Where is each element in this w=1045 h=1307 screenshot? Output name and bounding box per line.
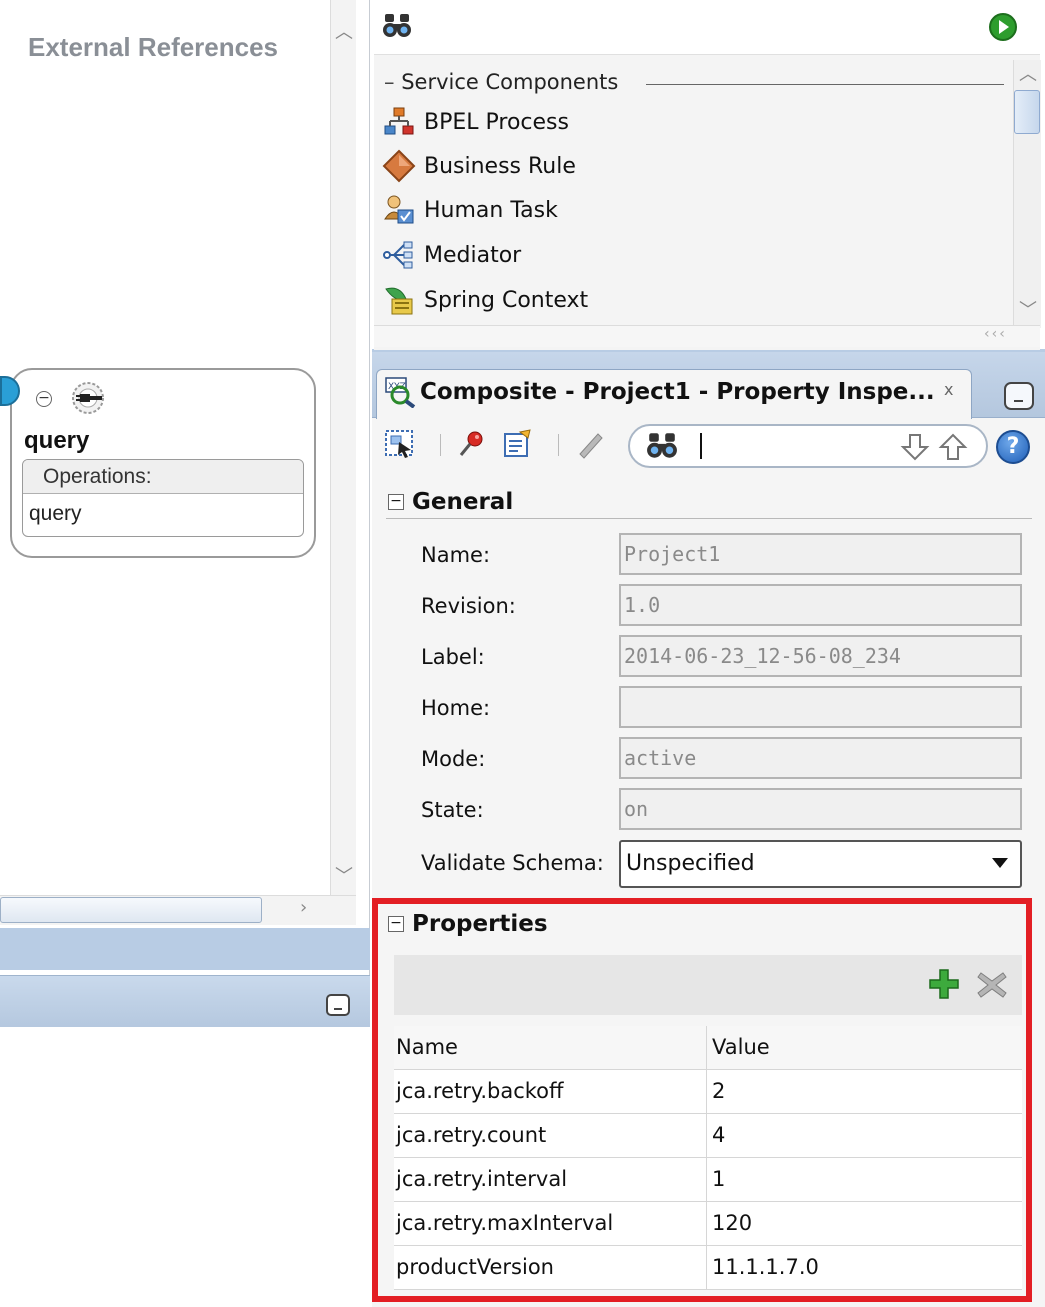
operations-header: Operations: — [23, 460, 303, 494]
section-divider — [386, 518, 1032, 519]
human-task-icon — [384, 195, 414, 224]
inspector-tab-title: Composite - Project1 - Property Inspe... — [420, 379, 935, 405]
palette-vscroll-thumb[interactable] — [1014, 90, 1040, 134]
general-section-header[interactable]: − General — [388, 489, 513, 515]
external-references-title: External References — [28, 32, 279, 62]
toolbar-separator — [558, 434, 559, 456]
validate-schema-label: Validate Schema: — [421, 851, 604, 875]
business-rule-icon — [382, 149, 416, 183]
palette-horizontal-scrollbar[interactable] — [374, 325, 1040, 347]
palette-item-bpel-process[interactable]: BPEL Process — [382, 102, 569, 142]
binoculars-icon[interactable] — [382, 12, 412, 40]
palette-item-human-task[interactable]: Human Task — [382, 190, 558, 230]
property-inspector-icon: XYZ — [385, 377, 416, 408]
scroll-up-icon[interactable]: ︿ — [1015, 60, 1041, 86]
palette-item-label: Spring Context — [424, 287, 589, 313]
palette-section-title: Service Components — [401, 70, 619, 94]
search-next-icon[interactable] — [900, 433, 930, 461]
select-in-editor-icon[interactable] — [384, 428, 416, 460]
palette-item-business-rule[interactable]: Business Rule — [382, 146, 576, 186]
label-label: Label: — [421, 645, 485, 669]
pencil-icon[interactable] — [574, 428, 606, 460]
search-caret — [700, 433, 702, 459]
validate-schema-select[interactable]: Unspecified — [619, 840, 1022, 888]
palette-section-header[interactable]: – Service Components — [384, 70, 1004, 100]
properties-highlight-box — [372, 898, 1032, 1302]
scroll-up-icon[interactable]: ︿ — [331, 18, 357, 44]
revision-label: Revision: — [421, 594, 516, 618]
home-field — [619, 686, 1022, 728]
palette-item-label: Human Task — [424, 197, 558, 223]
general-section-title: General — [412, 489, 514, 515]
scroll-down-icon[interactable]: ﹀ — [331, 862, 357, 888]
dropdown-arrow-icon[interactable] — [992, 858, 1008, 868]
revision-field: 1.0 — [619, 584, 1022, 626]
reference-name: query — [24, 427, 90, 454]
collapse-icon[interactable]: − — [36, 391, 52, 407]
name-label: Name: — [421, 543, 491, 567]
search-previous-icon[interactable] — [938, 433, 968, 461]
operation-item[interactable]: query — [29, 502, 82, 526]
spring-context-icon — [385, 287, 413, 315]
close-icon[interactable]: x — [944, 380, 953, 399]
left-lower-panel-header — [0, 975, 370, 1027]
left-splitter-band — [0, 928, 370, 970]
edit-properties-icon[interactable] — [502, 428, 534, 460]
left-lower-panel — [0, 1027, 370, 1307]
palette-item-label: Mediator — [424, 242, 522, 268]
operations-box: Operations: query — [22, 459, 304, 537]
collapse-icon[interactable]: − — [388, 494, 404, 510]
scroll-right-icon[interactable]: › — [300, 897, 307, 918]
scroll-down-icon[interactable]: ﹀ — [1015, 296, 1041, 322]
label-field: 2014-06-23_12-56-08_234 — [619, 635, 1022, 677]
mediator-icon — [383, 241, 413, 269]
binoculars-icon — [647, 433, 677, 458]
palette-item-spring-context[interactable]: Spring Context — [382, 280, 588, 320]
scroll-left-icon[interactable]: ‹‹‹ — [984, 326, 1007, 342]
palette-item-mediator[interactable]: Mediator — [382, 235, 521, 275]
help-icon[interactable]: ? — [996, 430, 1030, 464]
palette-item-label: Business Rule — [424, 153, 576, 179]
pin-icon[interactable] — [456, 428, 488, 460]
palette-item-label: BPEL Process — [424, 109, 569, 135]
adapter-gear-icon — [72, 382, 104, 414]
minimize-icon[interactable] — [1004, 382, 1034, 410]
toolbar-separator — [440, 434, 441, 456]
mode-field: active — [619, 737, 1022, 779]
left-vertical-scrollbar[interactable]: ︿ ﹀ — [330, 0, 356, 895]
state-field: on — [619, 788, 1022, 830]
mode-label: Mode: — [421, 747, 486, 771]
minimize-icon[interactable] — [326, 994, 350, 1016]
left-hscroll-thumb[interactable] — [0, 897, 262, 923]
name-field: Project1 — [619, 533, 1022, 575]
state-label: State: — [421, 798, 484, 822]
bpel-process-icon — [384, 107, 414, 135]
home-label: Home: — [421, 696, 491, 720]
go-arrow-icon[interactable] — [988, 12, 1018, 42]
inspector-search-input[interactable] — [628, 424, 988, 468]
